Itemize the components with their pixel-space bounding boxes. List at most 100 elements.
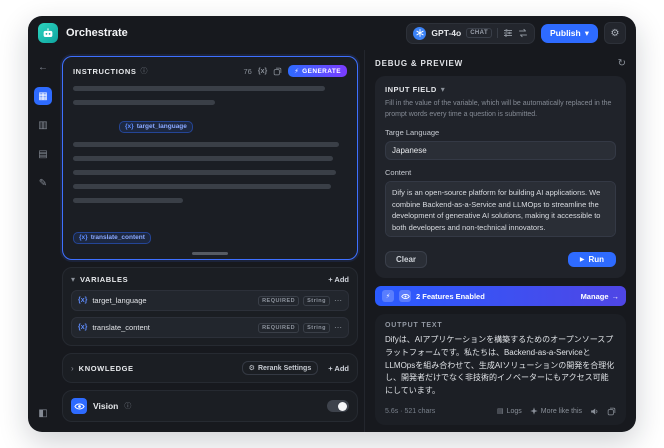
char-count: 76 — [243, 66, 252, 76]
copy-output-button[interactable] — [607, 407, 616, 416]
gear-icon: ⚙ — [610, 27, 620, 39]
collapse-icon: ◧ — [38, 407, 48, 419]
logs-button[interactable]: ▤ Logs — [496, 407, 522, 416]
left-sidebar: ← ▦ ▥ ▤ ✎ ◧ — [28, 50, 58, 432]
input-field-card: INPUT FIELD ▾ Fill in the value of the v… — [375, 76, 626, 278]
add-variable-button[interactable]: + Add — [328, 275, 349, 284]
variable-token-target-language[interactable]: {x} target_language — [119, 120, 193, 133]
insert-variable-button[interactable]: {x} — [258, 68, 267, 75]
logs-label: Logs — [506, 407, 522, 415]
more-like-this-button[interactable]: More like this — [530, 407, 582, 416]
bolt-icon: ⚡ — [294, 68, 300, 75]
rerank-settings-button[interactable]: ⚙ Rerank Settings — [241, 361, 319, 375]
sliders-icon[interactable] — [503, 28, 513, 38]
manage-features-button[interactable]: Manage → — [581, 292, 619, 301]
grid-icon: ▦ — [38, 90, 48, 102]
play-icon: ▶ — [579, 257, 585, 263]
feature-bolt-icon: ⚡ — [382, 290, 394, 302]
variable-token-label: translate_content — [90, 234, 145, 241]
model-mode-badge: CHAT — [466, 28, 493, 38]
instructions-title: INSTRUCTIONS — [73, 66, 137, 76]
output-title: OUTPUT TEXT — [385, 322, 443, 329]
prompt-text-line — [73, 198, 183, 203]
swap-model-icon[interactable] — [518, 28, 528, 38]
knowledge-title: KNOWLEDGE — [78, 363, 134, 373]
features-enabled-text: 2 Features Enabled — [416, 291, 485, 301]
publish-label: Publish — [550, 28, 581, 38]
add-knowledge-button[interactable]: + Add — [328, 364, 349, 373]
target-language-input[interactable] — [385, 141, 616, 160]
robot-icon — [43, 28, 53, 37]
chevron-down-icon[interactable]: ▾ — [441, 85, 445, 94]
variable-token-label: target_language — [136, 123, 187, 130]
back-button[interactable]: ← — [34, 58, 52, 76]
sidebar-item-annotations[interactable]: ✎ — [34, 174, 52, 192]
model-selector[interactable]: GPT-4o CHAT — [406, 22, 536, 44]
sidebar-item-terminal[interactable]: ▥ — [34, 116, 52, 134]
sidebar-item-logs[interactable]: ▤ — [34, 145, 52, 163]
divider — [497, 28, 499, 38]
terminal-icon: ▥ — [38, 119, 48, 131]
chevron-right-icon[interactable]: › — [71, 364, 74, 373]
page-title: Orchestrate — [66, 27, 128, 39]
feature-vision-icon — [399, 290, 411, 302]
manage-label: Manage — [580, 291, 609, 301]
scrollbar[interactable] — [192, 252, 228, 255]
features-bar[interactable]: ⚡ 2 Features Enabled Manage → — [375, 286, 626, 306]
chevron-down-icon[interactable]: ▾ — [71, 275, 75, 284]
content-textarea[interactable]: Dify is an open-source platform for buil… — [385, 181, 616, 237]
prompt-text-line — [73, 100, 216, 105]
required-badge: REQUIRED — [258, 322, 300, 333]
variable-token-translate-content[interactable]: {x} translate_content — [73, 231, 151, 244]
refresh-icon[interactable]: ↻ — [618, 58, 626, 69]
generate-button[interactable]: ⚡ GENERATE — [288, 65, 347, 77]
generate-label: GENERATE — [302, 67, 341, 75]
sidebar-item-orchestrate[interactable]: ▦ — [34, 87, 52, 105]
pen-icon: ✎ — [38, 177, 48, 189]
vision-section: Vision ⓘ — [62, 390, 358, 422]
prompt-text-line — [73, 170, 337, 175]
publish-button[interactable]: Publish ▾ — [541, 23, 598, 43]
model-provider-icon — [413, 26, 427, 40]
variable-name: translate_content — [92, 323, 150, 332]
debug-preview-column: DEBUG & PREVIEW ↻ INPUT FIELD ▾ Fill in … — [364, 50, 636, 432]
toggle-knob — [338, 401, 347, 411]
eye-icon — [71, 398, 87, 414]
variable-more-icon[interactable]: ⋯ — [334, 323, 342, 332]
logs-icon: ▤ — [496, 408, 504, 416]
vision-toggle[interactable] — [327, 400, 349, 412]
app-logo-icon — [38, 23, 58, 43]
prompt-text-line — [73, 184, 331, 189]
variable-row[interactable]: {x} translate_content REQUIRED String ⋯ — [71, 317, 349, 338]
clear-button[interactable]: Clear — [385, 251, 428, 268]
arrow-right-icon: → — [611, 291, 620, 301]
chevron-down-icon: ▾ — [584, 27, 589, 38]
more-like-this-label: More like this — [540, 407, 582, 415]
debug-preview-title: DEBUG & PREVIEW — [375, 59, 464, 68]
prompt-text-line — [73, 142, 339, 147]
vision-title: Vision — [93, 401, 119, 411]
model-name: GPT-4o — [431, 28, 462, 38]
top-bar: Orchestrate GPT-4o CHAT Publish ▾ ⚙ — [28, 16, 636, 50]
speak-button[interactable] — [590, 407, 599, 416]
settings-button[interactable]: ⚙ — [604, 22, 626, 44]
info-icon: ⓘ — [124, 403, 132, 410]
type-badge: String — [303, 295, 330, 306]
run-button[interactable]: ▶ Run — [567, 252, 616, 267]
speaker-icon — [591, 408, 598, 415]
orchestrate-column: INSTRUCTIONS ⓘ 76 {x} ⚡ GENERATE {x} tar… — [58, 50, 364, 432]
app-window: Orchestrate GPT-4o CHAT Publish ▾ ⚙ ← ▦ … — [28, 16, 636, 432]
variable-more-icon[interactable]: ⋯ — [334, 296, 342, 305]
variable-row[interactable]: {x} target_language REQUIRED String ⋯ — [71, 290, 349, 311]
copy-icon[interactable] — [273, 67, 282, 76]
content-label: Content — [385, 168, 412, 177]
output-text: Difyは、AIアプリケーションを構築するためのオープンソースプラットフォームで… — [385, 335, 615, 396]
type-badge: String — [303, 322, 330, 333]
variable-icon: {x} — [78, 324, 88, 331]
input-field-description: Fill in the value of the variable, which… — [385, 100, 612, 118]
info-icon: ⓘ — [140, 68, 148, 75]
variable-icon: {x} — [125, 123, 134, 130]
collapse-sidebar-button[interactable]: ◧ — [34, 404, 52, 422]
variables-section: ▾ VARIABLES + Add {x} target_language RE… — [62, 267, 358, 346]
instructions-panel[interactable]: INSTRUCTIONS ⓘ 76 {x} ⚡ GENERATE {x} tar… — [62, 56, 358, 260]
